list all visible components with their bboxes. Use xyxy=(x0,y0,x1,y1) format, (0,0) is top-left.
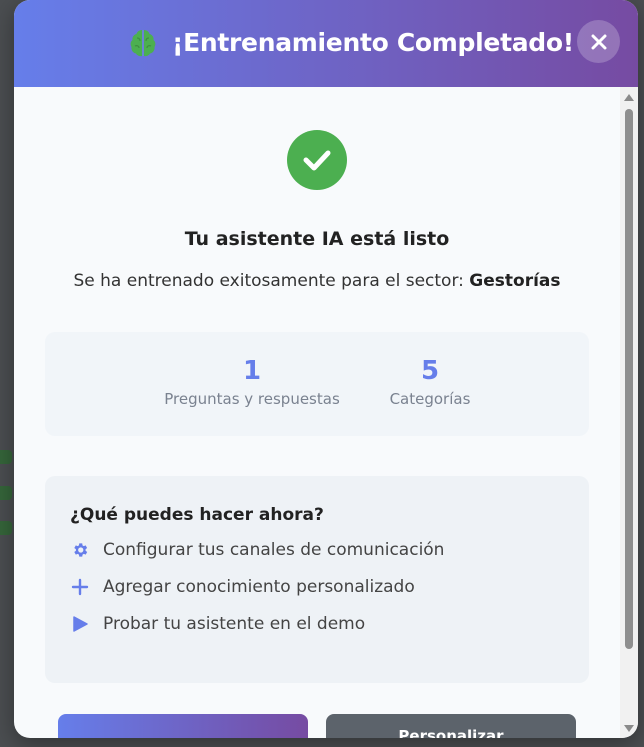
scroll-up-arrow-icon[interactable] xyxy=(624,94,634,101)
stat-value: 5 xyxy=(420,356,440,386)
stat-label: Preguntas y respuestas xyxy=(164,390,340,408)
plus-icon xyxy=(70,577,90,597)
stat-value: 1 xyxy=(242,356,262,386)
scrollbar-thumb[interactable] xyxy=(625,109,633,649)
next-step-label: Configurar tus canales de comunicación xyxy=(103,540,445,560)
scrollbar[interactable] xyxy=(620,87,638,738)
next-steps-panel: ¿Qué puedes hacer ahora? Configurar tus … xyxy=(45,476,589,683)
subtitle-text: Se ha entrenado exitosamente para el sec… xyxy=(73,271,470,291)
next-step-item: Agregar conocimiento personalizado xyxy=(70,575,415,599)
stat-categories: 5 Categorías xyxy=(370,354,490,408)
result-subtitle: Se ha entrenado exitosamente para el sec… xyxy=(14,271,620,291)
brain-icon xyxy=(130,30,156,57)
stats-panel: 1 Preguntas y respuestas 5 Categorías xyxy=(45,332,589,436)
primary-action-button[interactable] xyxy=(58,714,308,738)
background-blip xyxy=(0,450,12,464)
play-icon xyxy=(70,614,90,634)
next-step-label: Agregar conocimiento personalizado xyxy=(103,577,415,597)
scroll-down-arrow-icon[interactable] xyxy=(624,725,634,732)
modal-header: ¡Entrenamiento Completado! xyxy=(14,0,638,87)
personalize-button[interactable]: Personalizar xyxy=(326,714,576,738)
stat-qa: 1 Preguntas y respuestas xyxy=(162,354,342,408)
next-step-item: Probar tu asistente en el demo xyxy=(70,612,365,636)
stat-label: Categorías xyxy=(389,390,471,408)
result-heading: Tu asistente IA está listo xyxy=(184,228,450,250)
close-icon xyxy=(591,34,606,49)
background-blip xyxy=(0,486,12,500)
next-steps-title: ¿Qué puedes hacer ahora? xyxy=(70,505,324,525)
close-button[interactable] xyxy=(577,20,620,63)
next-step-item: Configurar tus canales de comunicación xyxy=(70,538,444,562)
success-check-icon xyxy=(287,130,347,190)
background-blip xyxy=(0,521,12,535)
modal-title: ¡Entrenamiento Completado! xyxy=(172,28,574,57)
sector-name: Gestorías xyxy=(469,271,561,291)
modal-body: Tu asistente IA está listo Se ha entrena… xyxy=(14,87,620,738)
gear-icon xyxy=(70,540,90,560)
training-complete-modal: ¡Entrenamiento Completado! Tu asistente … xyxy=(14,0,638,738)
next-step-label: Probar tu asistente en el demo xyxy=(103,614,366,634)
